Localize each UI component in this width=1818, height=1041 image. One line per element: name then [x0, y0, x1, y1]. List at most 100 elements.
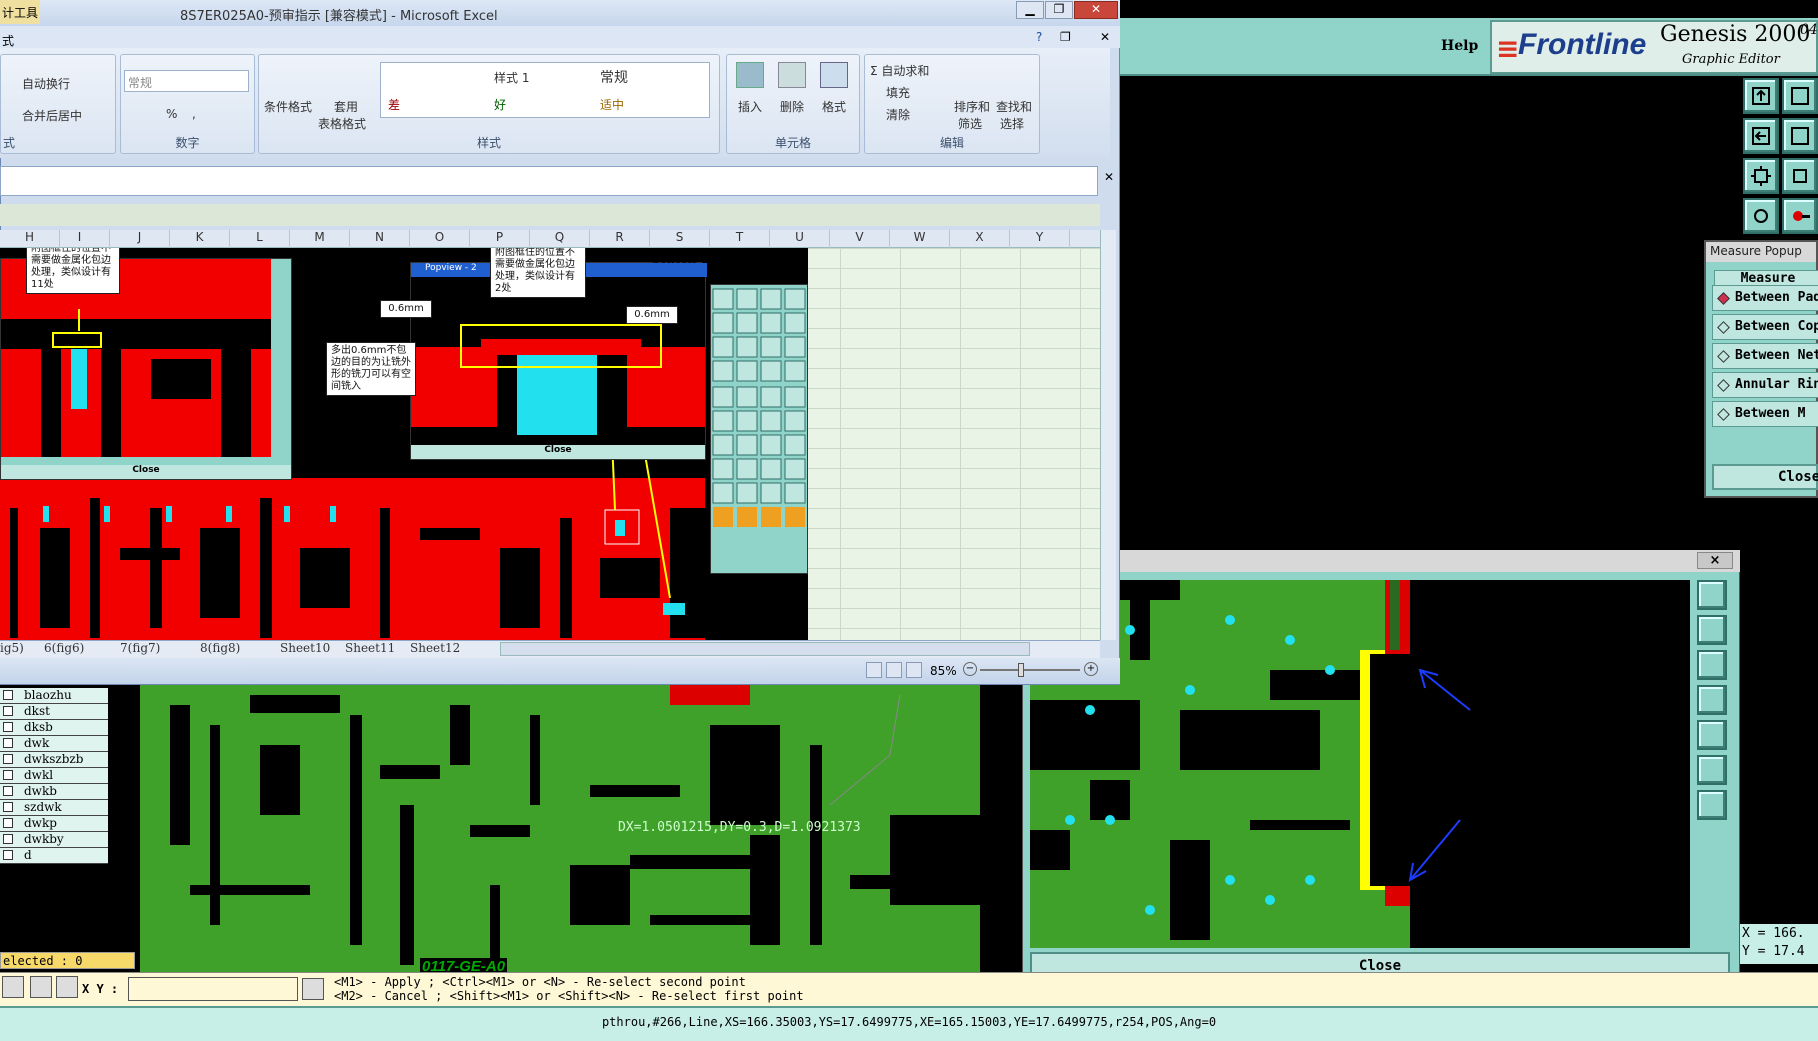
- sheet-tab[interactable]: ig5): [0, 641, 24, 655]
- merge-center-button[interactable]: 合并后居中: [22, 107, 82, 124]
- delete-button[interactable]: 删除: [780, 98, 804, 115]
- col-header[interactable]: V: [830, 230, 890, 248]
- tool-tab[interactable]: 计工具: [0, 0, 40, 24]
- sheet-tab[interactable]: Sheet11: [345, 641, 395, 655]
- col-header[interactable]: P: [470, 230, 530, 248]
- insert-button[interactable]: 插入: [738, 98, 762, 115]
- tool-expand-icon[interactable]: [1782, 158, 1818, 194]
- style-normal[interactable]: 常规: [600, 67, 628, 87]
- zoom-slider-thumb[interactable]: [1018, 663, 1024, 677]
- ribbon-tab-label[interactable]: 式: [2, 32, 14, 49]
- col-header[interactable]: X: [950, 230, 1010, 248]
- tool-record-icon[interactable]: [1782, 198, 1818, 234]
- col-header[interactable]: W: [890, 230, 950, 248]
- ribbon-restore-icon[interactable]: ❐: [1060, 30, 1071, 44]
- tool-settings-icon[interactable]: [1743, 198, 1779, 234]
- xy-input[interactable]: [128, 977, 298, 1001]
- sheet-tab[interactable]: 7(fig7): [120, 641, 160, 655]
- col-header[interactable]: N: [350, 230, 410, 248]
- measure-between-pads[interactable]: Between Pads: [1712, 285, 1818, 311]
- col-header[interactable]: L: [230, 230, 290, 248]
- vertical-scrollbar[interactable]: [1100, 230, 1116, 640]
- measure-between-copper[interactable]: Between Copper: [1712, 314, 1818, 340]
- layer-row[interactable]: dwk: [0, 736, 108, 752]
- col-header[interactable]: O: [410, 230, 470, 248]
- cursor-icon[interactable]: [302, 978, 324, 1000]
- zoom-tool-6-icon[interactable]: [1697, 755, 1727, 785]
- zoom-tool-4-icon[interactable]: [1697, 685, 1727, 715]
- normal-view-icon[interactable]: [866, 662, 882, 678]
- measure-between-nets[interactable]: Between Nets: [1712, 343, 1818, 369]
- layer-row[interactable]: dwkby: [0, 832, 108, 848]
- zoom-tool-7-icon[interactable]: [1697, 790, 1727, 820]
- layer-row[interactable]: dwkszbzb: [0, 752, 108, 768]
- comma-button[interactable]: ,: [192, 107, 196, 121]
- wrap-text-button[interactable]: 自动换行: [22, 75, 70, 92]
- layer-row[interactable]: d: [0, 848, 108, 864]
- layer-row[interactable]: szdwk: [0, 800, 108, 816]
- table-format-button[interactable]: 套用: [334, 98, 358, 115]
- col-header[interactable]: M: [290, 230, 350, 248]
- col-header[interactable]: I: [50, 230, 110, 248]
- sheet-tab[interactable]: 6(fig6): [44, 641, 84, 655]
- col-header[interactable]: Y: [1010, 230, 1070, 248]
- measure-between-m[interactable]: Between M: [1712, 401, 1818, 427]
- style-good[interactable]: 好: [494, 96, 506, 113]
- ribbon-close-icon[interactable]: ✕: [1100, 30, 1110, 44]
- zoom-tool-2-icon[interactable]: [1697, 615, 1727, 645]
- tool-right-icon[interactable]: [1782, 118, 1818, 154]
- sheet-tab[interactable]: 8(fig8): [200, 641, 240, 655]
- close-window-button[interactable]: ✕: [1074, 1, 1118, 19]
- measure-annular-ring[interactable]: Annular Ring: [1712, 372, 1818, 398]
- fill-button[interactable]: 填充: [886, 84, 910, 101]
- embedded-screenshot[interactable]: Close 附图框住的位置不需要做金属化包边处理，类似设计有11处 Popvie…: [0, 248, 808, 640]
- col-header[interactable]: R: [590, 230, 650, 248]
- sort-filter-button[interactable]: 排序和: [954, 98, 990, 115]
- measure-close-button[interactable]: Close: [1712, 464, 1818, 490]
- tool-left-icon[interactable]: [1743, 118, 1779, 154]
- help-menu[interactable]: Help: [1441, 38, 1478, 54]
- sheet-tab[interactable]: Sheet10: [280, 641, 330, 655]
- layer-row[interactable]: dwkb: [0, 784, 108, 800]
- formula-bar[interactable]: [0, 166, 1098, 196]
- cmd-tool-1-icon[interactable]: [2, 976, 24, 998]
- col-header[interactable]: J: [110, 230, 170, 248]
- style-gallery[interactable]: [380, 62, 710, 118]
- page-layout-icon[interactable]: [886, 662, 902, 678]
- find-select-button[interactable]: 查找和: [996, 98, 1032, 115]
- restore-button[interactable]: ❐: [1045, 1, 1073, 19]
- zoom-view[interactable]: [1030, 580, 1690, 948]
- grid-icon[interactable]: [56, 976, 78, 998]
- tool-fit-icon[interactable]: [1743, 158, 1779, 194]
- layer-row[interactable]: dwkp: [0, 816, 108, 832]
- autosum-button[interactable]: Σ 自动求和: [870, 62, 929, 79]
- col-header[interactable]: T: [710, 230, 770, 248]
- board-canvas[interactable]: [110, 685, 1015, 972]
- page-break-icon[interactable]: [906, 662, 922, 678]
- format-button[interactable]: 格式: [822, 98, 846, 115]
- zoom-close-x-button[interactable]: ×: [1697, 552, 1733, 569]
- col-header[interactable]: S: [650, 230, 710, 248]
- zoom-tool-5-icon[interactable]: [1697, 720, 1727, 750]
- style-1[interactable]: 样式 1: [494, 69, 529, 86]
- horizontal-scrollbar[interactable]: [500, 642, 1030, 656]
- col-header[interactable]: K: [170, 230, 230, 248]
- percent-button[interactable]: %: [166, 107, 177, 121]
- tool-up-icon[interactable]: [1743, 78, 1779, 114]
- zoom-in-icon[interactable]: +: [1084, 662, 1098, 676]
- zoom-tool-1-icon[interactable]: [1697, 580, 1727, 610]
- sheet-tab[interactable]: Sheet12: [410, 641, 460, 655]
- layer-row[interactable]: dksb: [0, 720, 108, 736]
- clear-button[interactable]: 清除: [886, 106, 910, 123]
- layer-row[interactable]: blaozhu: [0, 688, 108, 704]
- help-icon[interactable]: ?: [1036, 30, 1042, 44]
- col-header[interactable]: U: [770, 230, 830, 248]
- number-format-select[interactable]: 常规: [124, 70, 249, 92]
- zoom-out-icon[interactable]: −: [963, 662, 977, 676]
- style-bad[interactable]: 差: [388, 96, 400, 113]
- style-neutral[interactable]: 适中: [600, 96, 624, 113]
- zoom-slider[interactable]: [980, 669, 1080, 671]
- conditional-format-button[interactable]: 条件格式: [264, 98, 312, 115]
- col-header[interactable]: Q: [530, 230, 590, 248]
- cmd-tool-2-icon[interactable]: [30, 976, 52, 998]
